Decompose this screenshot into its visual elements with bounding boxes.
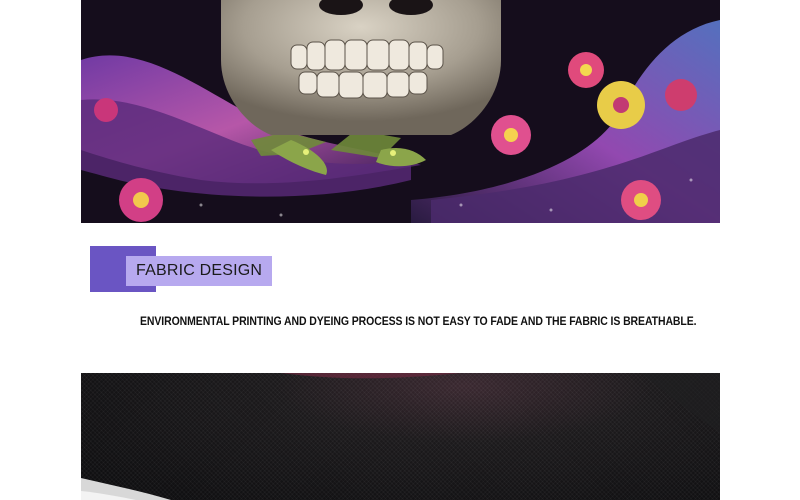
section-heading: FABRIC DESIGN bbox=[90, 246, 273, 292]
heading-label-plate: FABRIC DESIGN bbox=[126, 256, 273, 286]
product-detail-page: FABRIC DESIGN ENVIRONMENTAL PRINTING AND… bbox=[0, 0, 800, 500]
section-description: ENVIRONMENTAL PRINTING AND DYEING PROCES… bbox=[140, 314, 697, 328]
section-title: FABRIC DESIGN bbox=[136, 262, 263, 279]
fabric-texture-illustration bbox=[81, 373, 720, 500]
fabric-closeup-photo bbox=[81, 373, 720, 500]
skull-dragon-print-photo bbox=[81, 0, 720, 223]
skull-dragon-print-illustration bbox=[81, 0, 720, 223]
